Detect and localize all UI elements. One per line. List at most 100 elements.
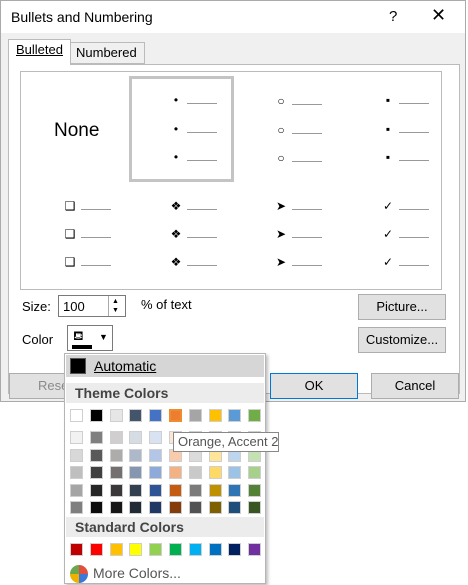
theme-color-swatch[interactable] (149, 409, 163, 422)
theme-color-swatch[interactable] (208, 409, 222, 422)
theme-color-swatch[interactable] (228, 409, 242, 422)
theme-shade-swatch[interactable] (228, 501, 242, 514)
standard-color-swatch[interactable] (70, 543, 83, 556)
standard-color-swatch[interactable] (169, 543, 182, 556)
theme-shade-swatch[interactable] (70, 483, 83, 497)
standard-color-swatch[interactable] (208, 543, 222, 556)
standard-color-swatch[interactable] (129, 543, 143, 556)
theme-shade-swatch[interactable] (208, 501, 222, 514)
check-bullet-icon: ✓ (382, 199, 394, 213)
theme-shade-swatch[interactable] (70, 448, 83, 462)
theme-color-swatch[interactable] (70, 409, 83, 422)
color-picker-button[interactable]: ⛾ ▼ (67, 325, 113, 351)
theme-shade-swatch[interactable] (89, 431, 103, 444)
automatic-color-item[interactable]: Automatic (66, 355, 264, 377)
size-unit-label: % of text (141, 297, 192, 312)
theme-shade-swatch[interactable] (109, 466, 123, 479)
theme-shade-swatch[interactable] (169, 466, 182, 479)
standard-color-swatch[interactable] (109, 543, 123, 556)
size-spin-arrows[interactable]: ▲ ▼ (108, 296, 125, 316)
size-label: Size: (22, 299, 51, 314)
bullet-preview-row: • (169, 122, 221, 139)
theme-shade-swatch[interactable] (208, 483, 222, 497)
theme-shade-swatch[interactable] (89, 501, 103, 514)
theme-shade-swatch[interactable] (149, 483, 163, 497)
bullet-gallery: None • • • ○ ○ ○ ▪ ▪ ▪ ❑ ❑ ❑ ❖ ❖ ❖ ➤ ➤ ➤… (20, 71, 442, 290)
theme-shade-swatch[interactable] (188, 501, 202, 514)
tab-bulleted[interactable]: Bulleted (8, 39, 71, 65)
theme-color-swatch[interactable] (109, 409, 123, 422)
cancel-button[interactable]: Cancel (371, 373, 459, 399)
help-button[interactable]: ? (389, 8, 397, 25)
chevron-down-icon: ▼ (99, 332, 108, 342)
theme-shade-swatch[interactable] (70, 501, 83, 514)
theme-shade-swatch[interactable] (248, 483, 262, 497)
square-bullet-icon: ▪ (385, 150, 391, 164)
theme-shade-swatch[interactable] (248, 466, 262, 479)
standard-color-swatch[interactable] (228, 543, 242, 556)
theme-color-swatch[interactable] (188, 409, 202, 422)
current-color-bar (72, 345, 92, 349)
theme-shade-swatch[interactable] (188, 466, 202, 479)
theme-shade-swatch[interactable] (89, 483, 103, 497)
theme-color-swatch[interactable] (129, 409, 143, 422)
theme-shade-swatch[interactable] (129, 501, 143, 514)
theme-shade-swatch[interactable] (70, 466, 83, 479)
theme-shade-swatch[interactable] (129, 466, 143, 479)
theme-shade-swatch[interactable] (208, 466, 222, 479)
theme-shade-swatch[interactable] (109, 501, 123, 514)
theme-shade-swatch[interactable] (248, 501, 262, 514)
size-spinner[interactable]: 100 ▲ ▼ (58, 295, 126, 317)
theme-shade-swatch[interactable] (228, 466, 242, 479)
check-bullet-icon: ✓ (382, 255, 394, 269)
theme-shade-swatch[interactable] (109, 431, 123, 444)
theme-shade-swatch[interactable] (109, 483, 123, 497)
arrow-bullet-icon: ➤ (275, 227, 287, 241)
box-bullet-icon: ❑ (64, 199, 76, 213)
automatic-label: Automatic (94, 358, 157, 374)
theme-shade-swatch[interactable] (129, 448, 143, 462)
theme-shade-swatch[interactable] (89, 466, 103, 479)
theme-shade-swatch[interactable] (149, 501, 163, 514)
color-tooltip: Orange, Accent 2 (173, 432, 279, 452)
arrow-bullet-icon: ➤ (275, 199, 287, 213)
theme-shade-swatch[interactable] (70, 431, 83, 444)
bullet-preview-row: ○ (274, 94, 326, 111)
reset-button[interactable]: Rese (9, 373, 68, 399)
tab-bulleted-label: Bulleted (16, 42, 63, 57)
theme-shade-swatch[interactable] (188, 483, 202, 497)
theme-color-swatch[interactable] (168, 408, 183, 423)
theme-shade-swatch[interactable] (109, 448, 123, 462)
theme-color-swatch[interactable] (89, 409, 103, 422)
circle-bullet-icon: ○ (277, 94, 285, 108)
standard-color-swatch[interactable] (149, 543, 163, 556)
bullet-preview-row: ▪ (381, 93, 433, 110)
theme-shade-swatch[interactable] (169, 501, 182, 514)
theme-shade-swatch[interactable] (149, 466, 163, 479)
tab-numbered[interactable]: Numbered (68, 42, 145, 64)
close-button[interactable]: ✕ (431, 5, 446, 26)
bullet-preview-row: ✓ (381, 255, 441, 272)
bullet-none-cell[interactable]: None (21, 72, 126, 182)
standard-colors-title: Standard Colors (75, 519, 184, 535)
standard-color-swatch[interactable] (89, 543, 103, 556)
customize-button[interactable]: Customize... (358, 327, 446, 353)
bullet-preview-row: ❑ (63, 199, 123, 216)
spin-up-icon[interactable]: ▲ (112, 298, 119, 305)
ok-button[interactable]: OK (270, 373, 358, 399)
theme-shade-swatch[interactable] (129, 431, 143, 444)
standard-color-swatch[interactable] (188, 543, 202, 556)
spin-down-icon[interactable]: ▼ (112, 307, 119, 314)
theme-color-swatch[interactable] (248, 409, 262, 422)
bullet-preview-row: ❑ (63, 255, 123, 272)
theme-shade-swatch[interactable] (89, 448, 103, 462)
theme-shade-swatch[interactable] (169, 483, 182, 497)
diamond-cross-bullet-icon: ❖ (170, 199, 182, 213)
theme-shade-swatch[interactable] (129, 483, 143, 497)
theme-shade-swatch[interactable] (149, 448, 163, 462)
theme-shade-swatch[interactable] (149, 431, 163, 444)
theme-shade-swatch[interactable] (228, 483, 242, 497)
bullet-preview-row: • (169, 93, 221, 110)
standard-color-swatch[interactable] (248, 543, 262, 556)
picture-button[interactable]: Picture... (358, 294, 446, 320)
